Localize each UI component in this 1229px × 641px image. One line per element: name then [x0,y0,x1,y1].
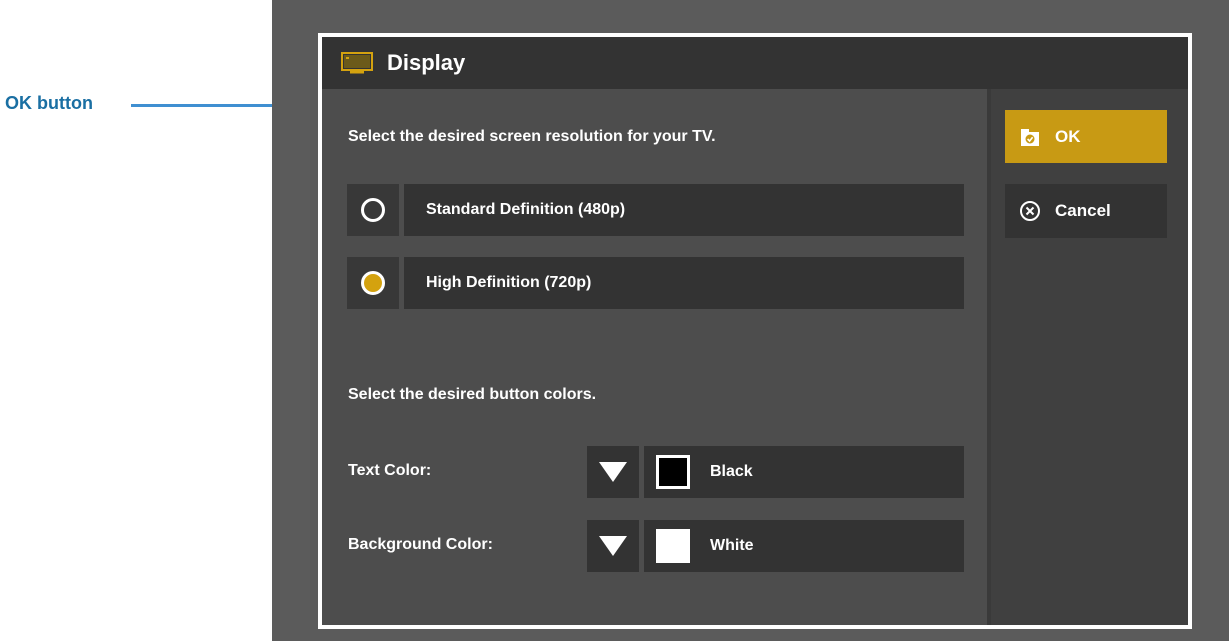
text-color-value-label: Black [710,463,753,480]
radio-unchecked-icon [361,198,385,222]
triangle-down-icon [599,462,627,482]
cancel-button[interactable]: Cancel [1005,184,1167,238]
text-color-select[interactable]: Black [587,446,964,498]
background-color-label: Background Color: [348,536,493,553]
callout-label: OK button [5,93,93,113]
dialog-title: Display [387,50,466,75]
background-color-dropdown-button[interactable] [587,520,639,572]
ok-button-label: OK [1055,126,1081,146]
resolution-option-label[interactable]: Standard Definition (480p) [404,184,964,236]
resolution-option-hd[interactable]: High Definition (720p) [347,257,964,309]
folder-check-icon [1021,128,1039,146]
radio-hd[interactable] [347,257,399,309]
text-color-dropdown-button[interactable] [587,446,639,498]
text-color-value[interactable]: Black [644,446,964,498]
radio-checked-icon [361,271,385,295]
ok-button[interactable]: OK [1005,110,1167,163]
dialog-title-bar: Display [322,37,1188,89]
radio-sd[interactable] [347,184,399,236]
color-prompt: Select the desired button colors. [348,386,597,403]
background-color-select[interactable]: White [587,520,964,572]
action-panel [987,89,1188,625]
resolution-option-label[interactable]: High Definition (720p) [404,257,964,309]
display-dialog: Display Select the desired screen resolu… [318,33,1192,629]
color-swatch [656,529,690,563]
triangle-down-icon [599,536,627,556]
circle-x-icon [1020,201,1040,221]
resolution-prompt: Select the desired screen resolution for… [348,128,716,145]
resolution-option-sd[interactable]: Standard Definition (480p) [347,184,964,236]
background-color-value-label: White [710,537,754,554]
color-swatch [656,455,690,489]
cancel-button-label: Cancel [1055,201,1111,220]
tv-icon [341,52,373,74]
text-color-label: Text Color: [348,462,432,479]
background-color-value[interactable]: White [644,520,964,572]
